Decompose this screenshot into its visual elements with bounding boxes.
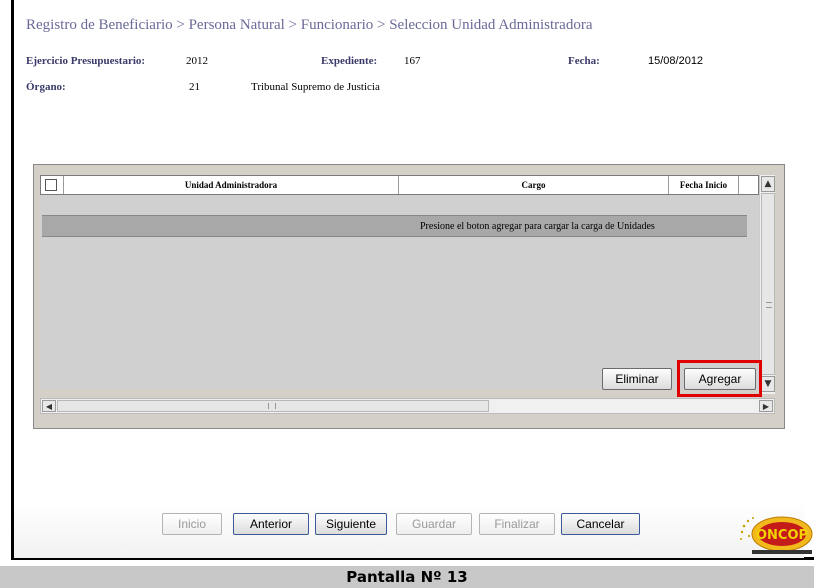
oncop-logo: ONCOP [736, 512, 814, 556]
breadcrumb: Registro de Beneficiario > Persona Natur… [26, 17, 593, 33]
organo-label: Órgano: [26, 81, 66, 93]
finalizar-button[interactable]: Finalizar [479, 513, 555, 535]
vertical-scroll-thumb[interactable] [761, 193, 775, 375]
oncop-logo-icon: ONCOP [740, 516, 813, 554]
siguiente-button[interactable]: Siguiente [315, 513, 387, 535]
grip-icon [268, 403, 276, 409]
column-header-unidad[interactable]: Unidad Administradora [64, 176, 399, 194]
grid-body: Presione el boton agregar para cargar la… [40, 195, 759, 389]
logo-text: ONCOP [756, 528, 808, 543]
expediente-value: 167 [404, 55, 421, 67]
scroll-right-icon[interactable]: ▶ [759, 400, 773, 412]
app-window: Registro de Beneficiario > Persona Natur… [11, 0, 814, 560]
empty-message-row: Presione el boton agregar para cargar la… [42, 215, 747, 237]
ejercicio-label: Ejercicio Presupuestario: [26, 55, 146, 67]
scroll-down-icon[interactable]: ▼ [761, 376, 775, 392]
anterior-button[interactable]: Anterior [233, 513, 309, 535]
guardar-button[interactable]: Guardar [396, 513, 472, 535]
ejercicio-value: 2012 [186, 55, 208, 67]
inicio-button[interactable]: Inicio [162, 513, 222, 535]
fecha-label: Fecha: [568, 55, 600, 67]
grid-header: Unidad Administradora Cargo Fecha Inicio [40, 175, 759, 195]
scroll-left-icon[interactable]: ◀ [42, 400, 56, 412]
scroll-up-icon[interactable]: ▲ [761, 176, 775, 192]
column-header-fecha-inicio[interactable]: Fecha Inicio [669, 176, 739, 194]
cancelar-button[interactable]: Cancelar [561, 513, 640, 535]
horizontal-scroll-thumb[interactable] [57, 400, 489, 412]
grip-icon [766, 302, 772, 308]
unidades-grid-panel: Unidad Administradora Cargo Fecha Inicio… [33, 164, 785, 429]
empty-message: Presione el boton agregar para cargar la… [420, 220, 655, 232]
column-header-cargo[interactable]: Cargo [399, 176, 669, 194]
horizontal-scrollbar[interactable]: ◀ ▶ [40, 398, 775, 414]
organo-name: Tribunal Supremo de Justicia [251, 81, 380, 93]
agregar-button[interactable]: Agregar [684, 368, 756, 390]
organo-code: 21 [189, 81, 200, 93]
screen-caption: Pantalla Nº 13 [0, 566, 814, 588]
eliminar-button[interactable]: Eliminar [602, 368, 672, 390]
expediente-label: Expediente: [321, 55, 378, 67]
select-all-checkbox[interactable] [45, 179, 57, 191]
fecha-value: 15/08/2012 [648, 55, 704, 67]
